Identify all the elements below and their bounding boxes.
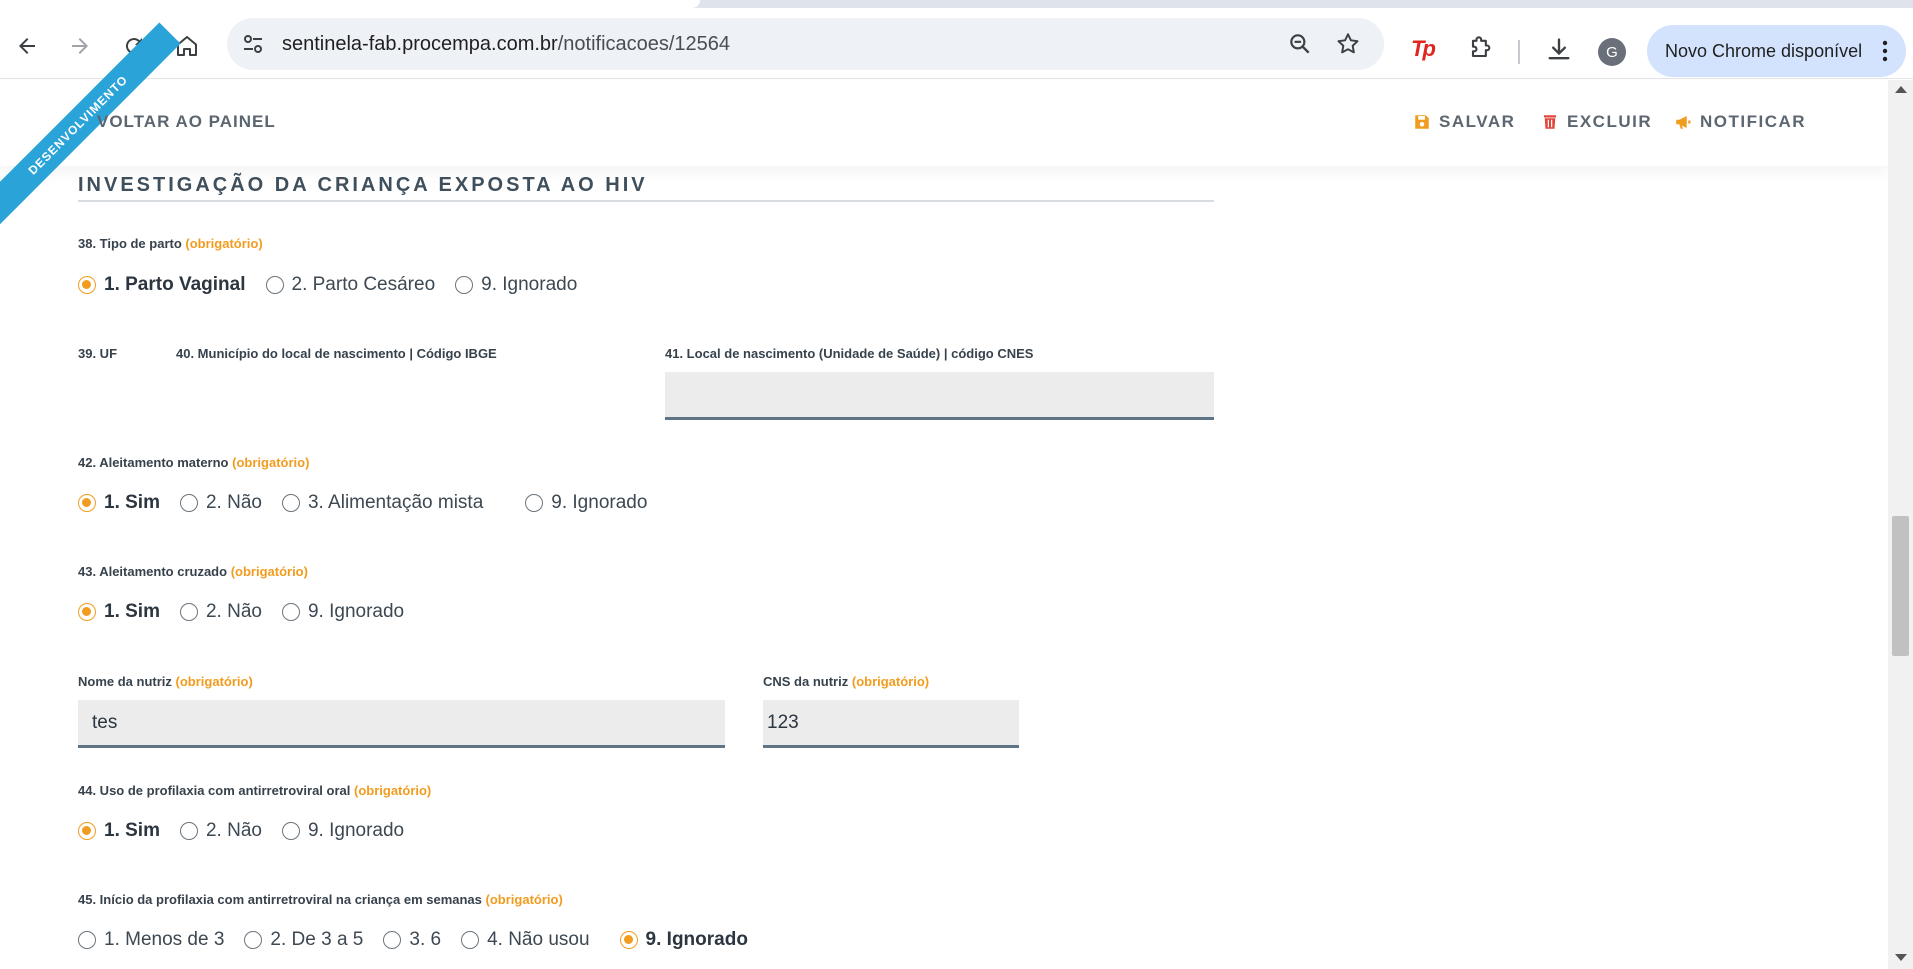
nutriz-cns-label: CNS da nutriz (obrigatório) (763, 674, 930, 689)
q42-option-ignorado[interactable]: 9. Ignorado (525, 492, 647, 514)
q39-label: 39. UF (78, 346, 118, 361)
q41-input[interactable] (665, 372, 1214, 417)
radio-selected-icon (78, 822, 96, 840)
browser-toolbar: sentinela-fab.procempa.com.br/notificaco… (0, 8, 1913, 79)
url-host: sentinela-fab.procempa.com.br (282, 33, 558, 55)
q44-option-ignorado[interactable]: 9. Ignorado (281, 820, 404, 842)
radio-unselected-icon (383, 931, 402, 949)
q42-option-nao[interactable]: 2. Não (179, 492, 262, 514)
back-button[interactable] (9, 28, 45, 64)
q42-option-mista[interactable]: 3. Alimentação mista (281, 492, 483, 514)
q45-option-3-a-5[interactable]: 2. De 3 a 5 (244, 929, 363, 951)
profile-avatar[interactable]: G (1598, 38, 1626, 66)
nutriz-cns-input[interactable] (763, 700, 1019, 745)
radio-unselected-icon (281, 822, 300, 840)
q38-label: 38. Tipo de parto (obrigatório) (78, 236, 263, 251)
q42-radio-group: 1. Sim 2. Não 3. Alimentação mista 9. Ig… (78, 488, 667, 518)
radio-unselected-icon (281, 494, 300, 512)
q38-option-ignorado[interactable]: 9. Ignorado (455, 274, 577, 296)
save-button[interactable]: SALVAR (1413, 112, 1515, 132)
q43-radio-group: 1. Sim 2. Não 9. Ignorado (78, 597, 424, 627)
arrow-left-icon (19, 38, 35, 54)
arrow-right-icon (72, 38, 88, 54)
section-divider (78, 200, 1214, 202)
q42-option-sim[interactable]: 1. Sim (78, 492, 160, 514)
page-scrollbar[interactable] (1888, 80, 1913, 969)
url-path: /notificacoes/12564 (557, 33, 731, 55)
zoom-icon[interactable] (1287, 31, 1313, 57)
q45-option-menos-3[interactable]: 1. Menos de 3 (78, 929, 224, 951)
active-tab[interactable] (0, 0, 700, 8)
radio-unselected-icon (461, 931, 480, 949)
scroll-up-arrow-icon[interactable] (1895, 86, 1907, 93)
home-icon (177, 36, 197, 56)
extensions-puzzle-icon[interactable] (1466, 35, 1494, 63)
q38-option-cesareo[interactable]: 2. Parto Cesáreo (265, 274, 435, 296)
more-vertical-icon (1882, 40, 1888, 62)
megaphone-icon (1676, 116, 1691, 129)
q44-option-nao[interactable]: 2. Não (179, 820, 262, 842)
site-settings-icon[interactable] (241, 32, 265, 56)
forward-button[interactable] (62, 28, 98, 64)
save-label: SALVAR (1439, 112, 1516, 131)
q38-radio-group: 1. Parto Vaginal 2. Parto Cesáreo 9. Ign… (78, 270, 597, 300)
q43-label: 43. Aleitamento cruzado (obrigatório) (78, 564, 308, 579)
q45-option-6[interactable]: 3. 6 (383, 929, 441, 951)
radio-unselected-icon (265, 276, 284, 294)
q38-option-vaginal[interactable]: 1. Parto Vaginal (78, 274, 246, 296)
radio-unselected-icon (179, 494, 198, 512)
scroll-down-arrow-icon[interactable] (1895, 954, 1907, 961)
q45-option-nao-usou[interactable]: 4. Não usou (461, 929, 590, 951)
q44-option-sim[interactable]: 1. Sim (78, 820, 160, 842)
bookmark-star-icon[interactable] (1335, 31, 1361, 57)
q45-label: 45. Início da profilaxia com antirretrov… (78, 892, 563, 907)
notify-label: NOTIFICAR (1700, 112, 1807, 131)
download-icon[interactable] (1545, 36, 1573, 64)
radio-unselected-icon (455, 276, 474, 294)
q43-option-sim[interactable]: 1. Sim (78, 601, 160, 623)
q45-radio-group: 1. Menos de 3 2. De 3 a 5 3. 6 4. Não us… (78, 925, 768, 955)
delete-label: EXCLUIR (1567, 112, 1653, 131)
nutriz-name-field (78, 700, 725, 748)
q41-label: 41. Local de nascimento (Unidade de Saúd… (665, 346, 1034, 361)
q43-option-ignorado[interactable]: 9. Ignorado (281, 601, 404, 623)
q43-option-nao[interactable]: 2. Não (179, 601, 262, 623)
radio-unselected-icon (281, 603, 300, 621)
radio-unselected-icon (78, 931, 96, 949)
q45-option-ignorado[interactable]: 9. Ignorado (619, 929, 748, 951)
update-label: Novo Chrome disponível (1665, 41, 1863, 61)
toolbar-separator (1518, 40, 1520, 64)
tp-extension-icon[interactable]: Tp (1411, 36, 1436, 62)
radio-selected-icon (619, 931, 638, 949)
radio-selected-icon (78, 603, 96, 621)
q44-radio-group: 1. Sim 2. Não 9. Ignorado (78, 816, 424, 846)
url-text[interactable]: sentinela-fab.procempa.com.br/notificaco… (282, 33, 730, 56)
trash-icon (1544, 115, 1556, 129)
tab-strip (0, 0, 1913, 8)
chrome-update-button[interactable]: Novo Chrome disponível (1647, 25, 1906, 77)
radio-unselected-icon (525, 494, 544, 512)
radio-selected-icon (78, 494, 96, 512)
q42-label: 42. Aleitamento materno (obrigatório) (78, 455, 310, 470)
floppy-disk-icon (1415, 115, 1429, 129)
q44-label: 44. Uso de profilaxia com antirretrovira… (78, 783, 432, 798)
nutriz-name-label: Nome da nutriz (obrigatório) (78, 674, 253, 689)
radio-unselected-icon (179, 603, 198, 621)
section-title: INVESTIGAÇÃO DA CRIANÇA EXPOSTA AO HIV (78, 174, 648, 196)
scrollbar-thumb[interactable] (1892, 516, 1909, 656)
nutriz-name-input[interactable] (78, 700, 725, 745)
radio-unselected-icon (244, 931, 263, 949)
nutriz-cns-field (763, 700, 1019, 748)
radio-selected-icon (78, 276, 96, 294)
notify-button[interactable]: NOTIFICAR (1674, 112, 1806, 132)
radio-unselected-icon (179, 822, 198, 840)
address-bar[interactable]: sentinela-fab.procempa.com.br/notificaco… (227, 18, 1384, 70)
back-to-panel-link[interactable]: VOLTAR AO PAINEL (97, 112, 276, 132)
q40-label: 40. Município do local de nascimento | C… (176, 346, 497, 361)
q41-field (665, 372, 1214, 420)
delete-button[interactable]: EXCLUIR (1541, 112, 1652, 132)
